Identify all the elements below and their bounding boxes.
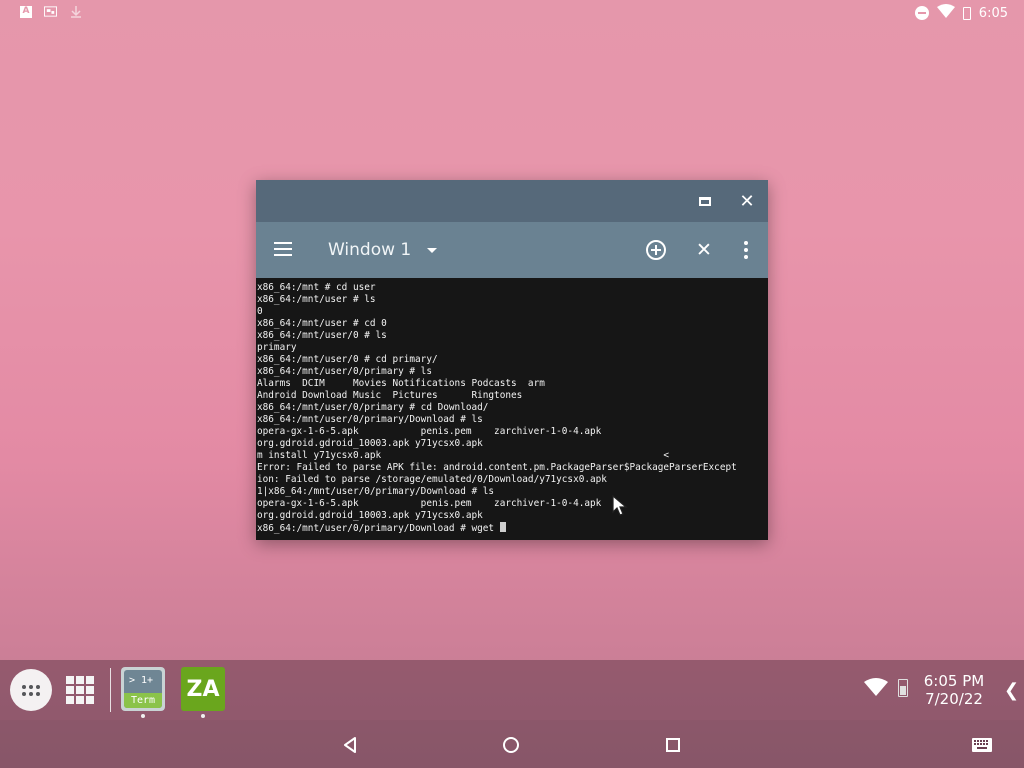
back-icon xyxy=(344,737,356,753)
terminal-app-icon: > 1+ Term xyxy=(124,670,162,708)
terminal-icon-label: Term xyxy=(124,693,162,708)
a-badge-icon: A xyxy=(20,5,32,18)
running-indicator xyxy=(201,714,205,718)
window-caption-bar[interactable]: ✕ xyxy=(256,180,768,222)
keyboard-icon xyxy=(972,738,992,752)
terminal-history: x86_64:/mnt # cd user x86_64:/mnt/user #… xyxy=(257,282,737,521)
overflow-menu-button[interactable] xyxy=(734,238,758,262)
taskbar-clock[interactable]: 6:05 PM 7/20/22 xyxy=(920,672,988,708)
recents-button[interactable] xyxy=(662,734,684,756)
mouse-pointer-icon xyxy=(612,495,628,516)
terminal-line: org.gdroid.gdroid_10003.apk y71ycsx0.apk xyxy=(257,510,483,521)
taskbar-divider xyxy=(110,668,111,712)
home-icon xyxy=(503,737,519,753)
recents-icon xyxy=(666,738,680,752)
terminal-line: org.gdroid.gdroid_10003.apk y71ycsx0.apk xyxy=(257,438,483,449)
terminal-line: x86_64:/mnt/user/0 # cd primary/ xyxy=(257,354,438,365)
running-indicator xyxy=(141,714,145,718)
download-icon xyxy=(69,5,82,18)
terminal-prompt: x86_64:/mnt/user/0/primary/Download # wg… xyxy=(257,523,500,534)
terminal-line: x86_64:/mnt/user/0/primary # cd Download… xyxy=(257,402,489,413)
clock-date: 7/20/22 xyxy=(925,690,983,708)
terminal-line: Android Download Music Pictures Ringtone… xyxy=(257,390,523,401)
terminal-text: x86_64:/mnt # cd user x86_64:/mnt/user #… xyxy=(256,278,768,535)
taskbar-app-terminal[interactable]: > 1+ Term xyxy=(121,667,165,711)
terminal-icon-text: > 1+ xyxy=(129,675,154,686)
tray-expand-button[interactable]: ❮ xyxy=(1004,680,1019,701)
close-session-button[interactable]: ✕ xyxy=(692,238,716,262)
terminal-line: opera-gx-1-6-5.apk penis.pem zarchiver-1… xyxy=(257,498,602,509)
dropdown-caret-icon xyxy=(427,247,438,253)
terminal-line: 1|x86_64:/mnt/user/0/primary/Download # … xyxy=(257,486,495,497)
window-tab-selector[interactable]: Window 1 xyxy=(328,236,438,264)
more-vert-icon xyxy=(744,241,748,245)
maximize-button[interactable] xyxy=(693,190,717,212)
menu-icon-bar xyxy=(274,254,292,256)
app-drawer-button[interactable] xyxy=(10,669,52,711)
terminal-line: ion: Failed to parse /storage/emulated/0… xyxy=(257,474,607,485)
menu-icon-bar xyxy=(274,242,292,244)
clock-time: 6:05 PM xyxy=(923,672,985,690)
maximize-icon xyxy=(699,196,711,206)
terminal-output[interactable]: x86_64:/mnt # cd user x86_64:/mnt/user #… xyxy=(256,278,768,540)
status-time: 6:05 xyxy=(978,5,1008,21)
do-not-disturb-icon xyxy=(914,6,929,20)
window-tab-label: Window 1 xyxy=(328,240,412,260)
terminal-line: x86_64:/mnt # cd user xyxy=(257,282,376,293)
taskbar-app-zarchiver[interactable]: ZA xyxy=(181,667,225,711)
terminal-window[interactable]: ✕ Window 1 ✕ x86_64:/mnt # cd user x86_6… xyxy=(256,180,768,540)
battery-icon xyxy=(898,679,908,697)
chevron-left-icon: ❮ xyxy=(1004,680,1020,701)
system-tray[interactable] xyxy=(864,678,908,698)
status-left-icons: A xyxy=(20,5,82,18)
screenshot-icon xyxy=(44,5,57,18)
add-circle-icon xyxy=(646,240,666,260)
terminal-line: x86_64:/mnt/user/0 # ls xyxy=(257,330,387,341)
back-button[interactable] xyxy=(339,734,361,756)
terminal-line: x86_64:/mnt/user/0/primary # ls xyxy=(257,366,432,377)
status-bar: A 6:05 xyxy=(0,0,1024,26)
terminal-line: x86_64:/mnt/user # cd 0 xyxy=(257,318,387,329)
terminal-line: x86_64:/mnt/user # ls xyxy=(257,294,376,305)
text-cursor xyxy=(499,522,506,532)
wifi-icon xyxy=(936,4,955,22)
terminal-line: Error: Failed to parse APK file: android… xyxy=(257,462,737,473)
navigation-bar xyxy=(0,720,1024,768)
zarchiver-app-icon: ZA xyxy=(186,676,220,702)
close-icon: ✕ xyxy=(696,239,712,261)
wifi-icon xyxy=(864,678,888,698)
keyboard-button[interactable] xyxy=(970,734,994,756)
terminal-line: Alarms DCIM Movies Notifications Podcast… xyxy=(257,378,545,389)
terminal-line: primary xyxy=(257,342,297,353)
terminal-line: 0 xyxy=(257,306,263,317)
terminal-line: m install y71ycsx0.apk < xyxy=(257,450,670,461)
window-close-button[interactable]: ✕ xyxy=(735,190,759,212)
all-apps-grid-button[interactable] xyxy=(66,676,94,704)
terminal-line: x86_64:/mnt/user/0/primary/Download # ls xyxy=(257,414,483,425)
battery-icon xyxy=(962,6,971,20)
home-button[interactable] xyxy=(500,734,522,756)
status-right-icons: 6:05 xyxy=(914,4,1008,22)
app-toolbar: Window 1 ✕ xyxy=(256,222,768,278)
new-window-button[interactable] xyxy=(644,238,668,262)
menu-icon-bar xyxy=(274,248,292,250)
menu-button[interactable] xyxy=(274,238,294,262)
close-icon: ✕ xyxy=(739,190,755,212)
terminal-line: opera-gx-1-6-5.apk penis.pem zarchiver-1… xyxy=(257,426,602,437)
